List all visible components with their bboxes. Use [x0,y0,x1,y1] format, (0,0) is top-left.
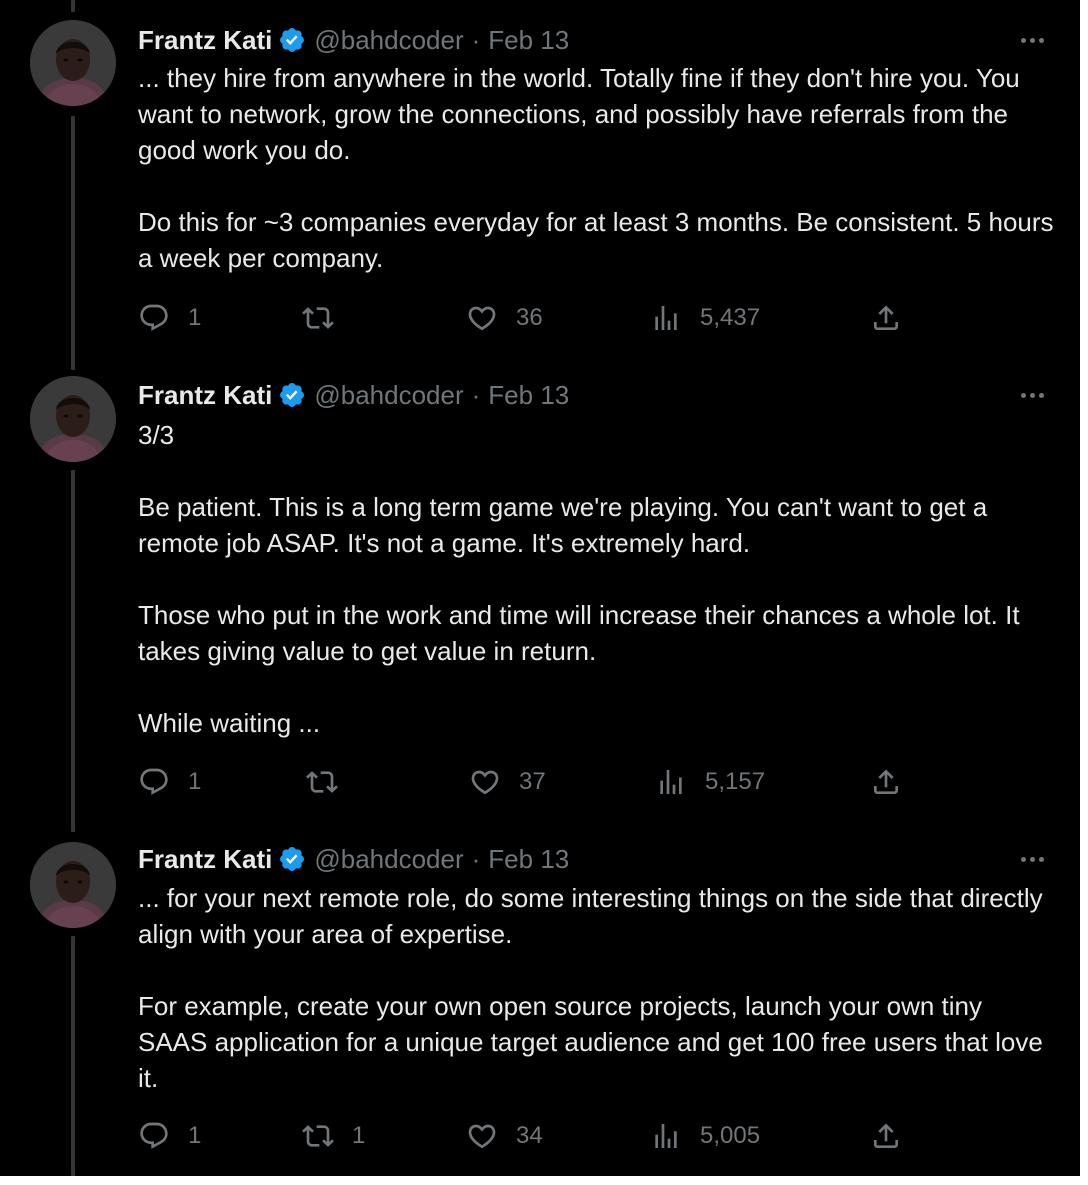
share-icon [874,305,898,330]
like-icon [471,770,499,795]
retweet-count: 1 [352,1122,366,1149]
tweet[interactable]: Frantz Kati @bahdcoder · Feb 13 ... for … [0,820,1080,1176]
more-icon[interactable] [1014,385,1050,405]
more-icon[interactable] [1014,849,1050,869]
verified-badge-icon [278,381,306,409]
tweet-text: ... for your next remote role, do some i… [138,880,1058,1096]
avatar[interactable] [30,376,116,462]
views-icon [655,1124,677,1148]
reply-count: 1 [188,304,202,331]
like-count: 36 [516,304,543,331]
author-name[interactable]: Frantz Kati [138,380,272,411]
reply-icon [140,1122,168,1149]
separator-dot: · [471,24,481,55]
reply-button[interactable]: 1 [138,1118,201,1154]
share-button[interactable] [870,1118,902,1154]
reply-icon [140,768,168,795]
share-icon [874,769,898,794]
like-icon [468,1124,496,1149]
tweet-text: ... they hire from anywhere in the world… [138,60,1058,276]
author-handle[interactable]: @bahdcoder [314,380,463,411]
retweet-icon [302,1125,334,1147]
views-button[interactable]: 5,437 [650,300,760,336]
like-button[interactable]: 37 [469,764,546,800]
page-edge [1080,0,1088,1185]
views-icon [660,770,682,794]
tweet-actions: 1 37 5,157 [0,764,1080,800]
views-count: 5,437 [700,304,761,331]
tweet-paragraph: Be patient. This is a long term game we'… [138,492,995,558]
like-icon [468,306,496,331]
reply-button[interactable]: 1 [138,300,201,336]
share-button[interactable] [870,300,902,336]
author-handle[interactable]: @bahdcoder [314,25,463,56]
separator-dot: · [471,379,481,410]
retweet-button[interactable] [306,764,356,800]
views-count: 5,157 [705,768,766,795]
share-button[interactable] [870,764,902,800]
like-button[interactable]: 36 [466,300,543,336]
views-icon [655,306,677,330]
tweet-header: Frantz Kati @bahdcoder · Feb 13 [138,22,569,58]
more-icon[interactable] [1014,30,1050,50]
author-name[interactable]: Frantz Kati [138,25,272,56]
like-count: 37 [519,768,546,795]
page-edge [0,1176,1088,1185]
reply-count: 1 [188,1122,202,1149]
retweet-button[interactable] [302,300,352,336]
views-button[interactable]: 5,005 [650,1118,760,1154]
views-count: 5,005 [700,1122,761,1149]
share-icon [874,1123,898,1148]
tweet-header: Frantz Kati @bahdcoder · Feb 13 [138,377,569,413]
reply-count: 1 [188,768,202,795]
reply-button[interactable]: 1 [138,764,201,800]
avatar[interactable] [30,20,116,106]
author-name[interactable]: Frantz Kati [138,844,272,875]
tweet-date[interactable]: Feb 13 [488,25,569,56]
retweet-button[interactable]: 1 [302,1118,365,1154]
like-count: 34 [516,1122,543,1149]
tweet-actions: 1 36 5,437 [0,300,1080,336]
avatar[interactable] [30,842,116,928]
verified-badge-icon [278,26,306,54]
reply-icon [140,304,168,331]
tweet-paragraph: ... they hire from anywhere in the world… [138,63,1027,165]
separator-dot: · [471,843,481,874]
tweet-date[interactable]: Feb 13 [488,380,569,411]
verified-badge-icon [278,845,306,873]
tweet-paragraph: For example, create your own open source… [138,991,1051,1093]
tweet-paragraph: While waiting ... [138,708,321,738]
retweet-icon [306,771,338,793]
like-button[interactable]: 34 [466,1118,543,1154]
views-button[interactable]: 5,157 [655,764,765,800]
tweet-date[interactable]: Feb 13 [488,844,569,875]
tweet-paragraph: 3/3 [138,420,175,450]
tweet-paragraph: ... for your next remote role, do some i… [138,883,1050,949]
tweet[interactable]: Frantz Kati @bahdcoder · Feb 13 ... they… [0,0,1080,350]
retweet-icon [302,307,334,329]
tweet-actions: 1 1 34 5,005 [0,1118,1080,1154]
tweet-paragraph: Do this for ~3 companies everyday for at… [138,207,1061,273]
tweet[interactable]: Frantz Kati @bahdcoder · Feb 13 3/3 Be p… [0,356,1080,816]
thread-view: Frantz Kati @bahdcoder · Feb 13 ... they… [0,0,1080,1176]
tweet-text: 3/3 Be patient. This is a long term game… [138,417,1058,741]
tweet-header: Frantz Kati @bahdcoder · Feb 13 [138,841,569,877]
author-handle[interactable]: @bahdcoder [314,844,463,875]
tweet-paragraph: Those who put in the work and time will … [138,600,1027,666]
